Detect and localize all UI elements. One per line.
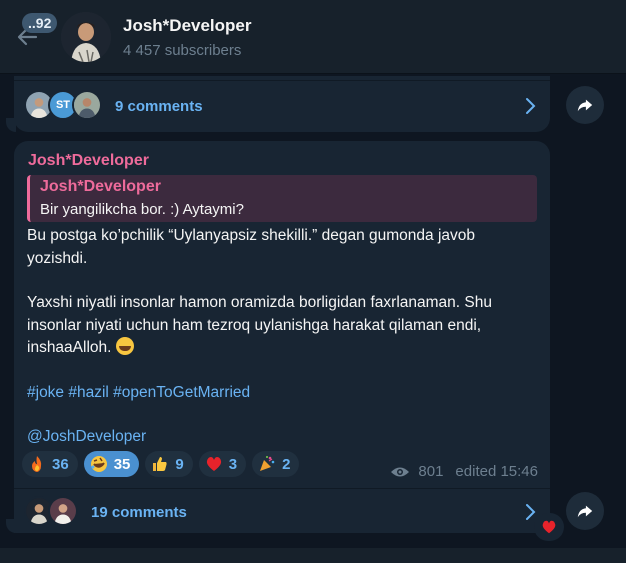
comments-count[interactable]: 9 comments	[115, 98, 203, 115]
reply-text: Bir yangilikcha bor. :) Aytaymi?	[40, 201, 244, 218]
post-paragraph: Bu postga ko’pchilik “Uylanyapsiz shekil…	[27, 227, 476, 267]
share-button[interactable]	[566, 86, 604, 124]
comments-button[interactable]: 19 comments	[14, 490, 550, 534]
divider	[14, 80, 550, 81]
reaction-fire[interactable]: 36	[22, 451, 78, 477]
share-icon	[577, 99, 593, 112]
post-bubble: Josh*Developer Josh*Developer Bir yangil…	[14, 141, 550, 533]
views-eye-icon	[391, 467, 410, 476]
fire-icon	[32, 456, 42, 472]
chat-header: ..92 Josh*Developer 4 457 subscribers	[0, 0, 626, 74]
unread-badge: ..92	[22, 13, 58, 33]
reaction-rofl[interactable]: 35	[83, 451, 140, 477]
avatar	[48, 496, 78, 526]
chevron-right-icon	[522, 97, 538, 115]
post-paragraph: Yaxshi niyatli insonlar hamon oramizda b…	[27, 294, 492, 356]
reply-author: Josh*Developer	[40, 178, 161, 195]
share-icon	[577, 505, 593, 518]
view-count: 801	[418, 463, 444, 480]
edited-time: edited 15:46	[455, 463, 538, 480]
bubble-tail	[6, 118, 16, 132]
comments-button[interactable]: ST 9 comments	[14, 84, 550, 128]
party-popper-icon	[260, 456, 275, 471]
reactions-bar: 36 35 9 3 2	[22, 451, 300, 477]
post-author[interactable]: Josh*Developer	[28, 152, 149, 170]
post-meta: 801 edited 15:46	[390, 463, 538, 480]
rofl-icon	[90, 456, 107, 472]
previous-post-bubble: ST 9 comments	[14, 76, 550, 132]
bubble-tail	[6, 519, 16, 533]
reaction-thumbs-up[interactable]: 9	[145, 451, 193, 477]
comments-count[interactable]: 19 comments	[91, 504, 187, 521]
avatar	[72, 90, 102, 120]
hashtags[interactable]: #joke #hazil #openToGetMarried	[27, 382, 537, 405]
heart-icon	[206, 457, 221, 471]
reaction-heart[interactable]: 3	[198, 451, 247, 477]
reaction-party-popper[interactable]: 2	[252, 451, 300, 477]
reply-quote[interactable]: Josh*Developer Bir yangilikcha bor. :) A…	[27, 175, 537, 222]
subscriber-count: 4 457 subscribers	[123, 42, 242, 59]
laughing-emoji-icon	[115, 337, 134, 355]
channel-mention[interactable]: @JoshDeveloper	[27, 426, 537, 449]
post-body: Bu postga ko’pchilik “Uylanyapsiz shekil…	[27, 225, 537, 449]
channel-name[interactable]: Josh*Developer	[123, 16, 252, 36]
divider	[14, 488, 550, 489]
share-button[interactable]	[566, 492, 604, 530]
channel-avatar[interactable]	[61, 12, 111, 62]
thumbs-up-icon	[153, 457, 168, 471]
bottom-bar	[0, 548, 626, 563]
my-reaction-heart-icon[interactable]	[534, 513, 564, 541]
